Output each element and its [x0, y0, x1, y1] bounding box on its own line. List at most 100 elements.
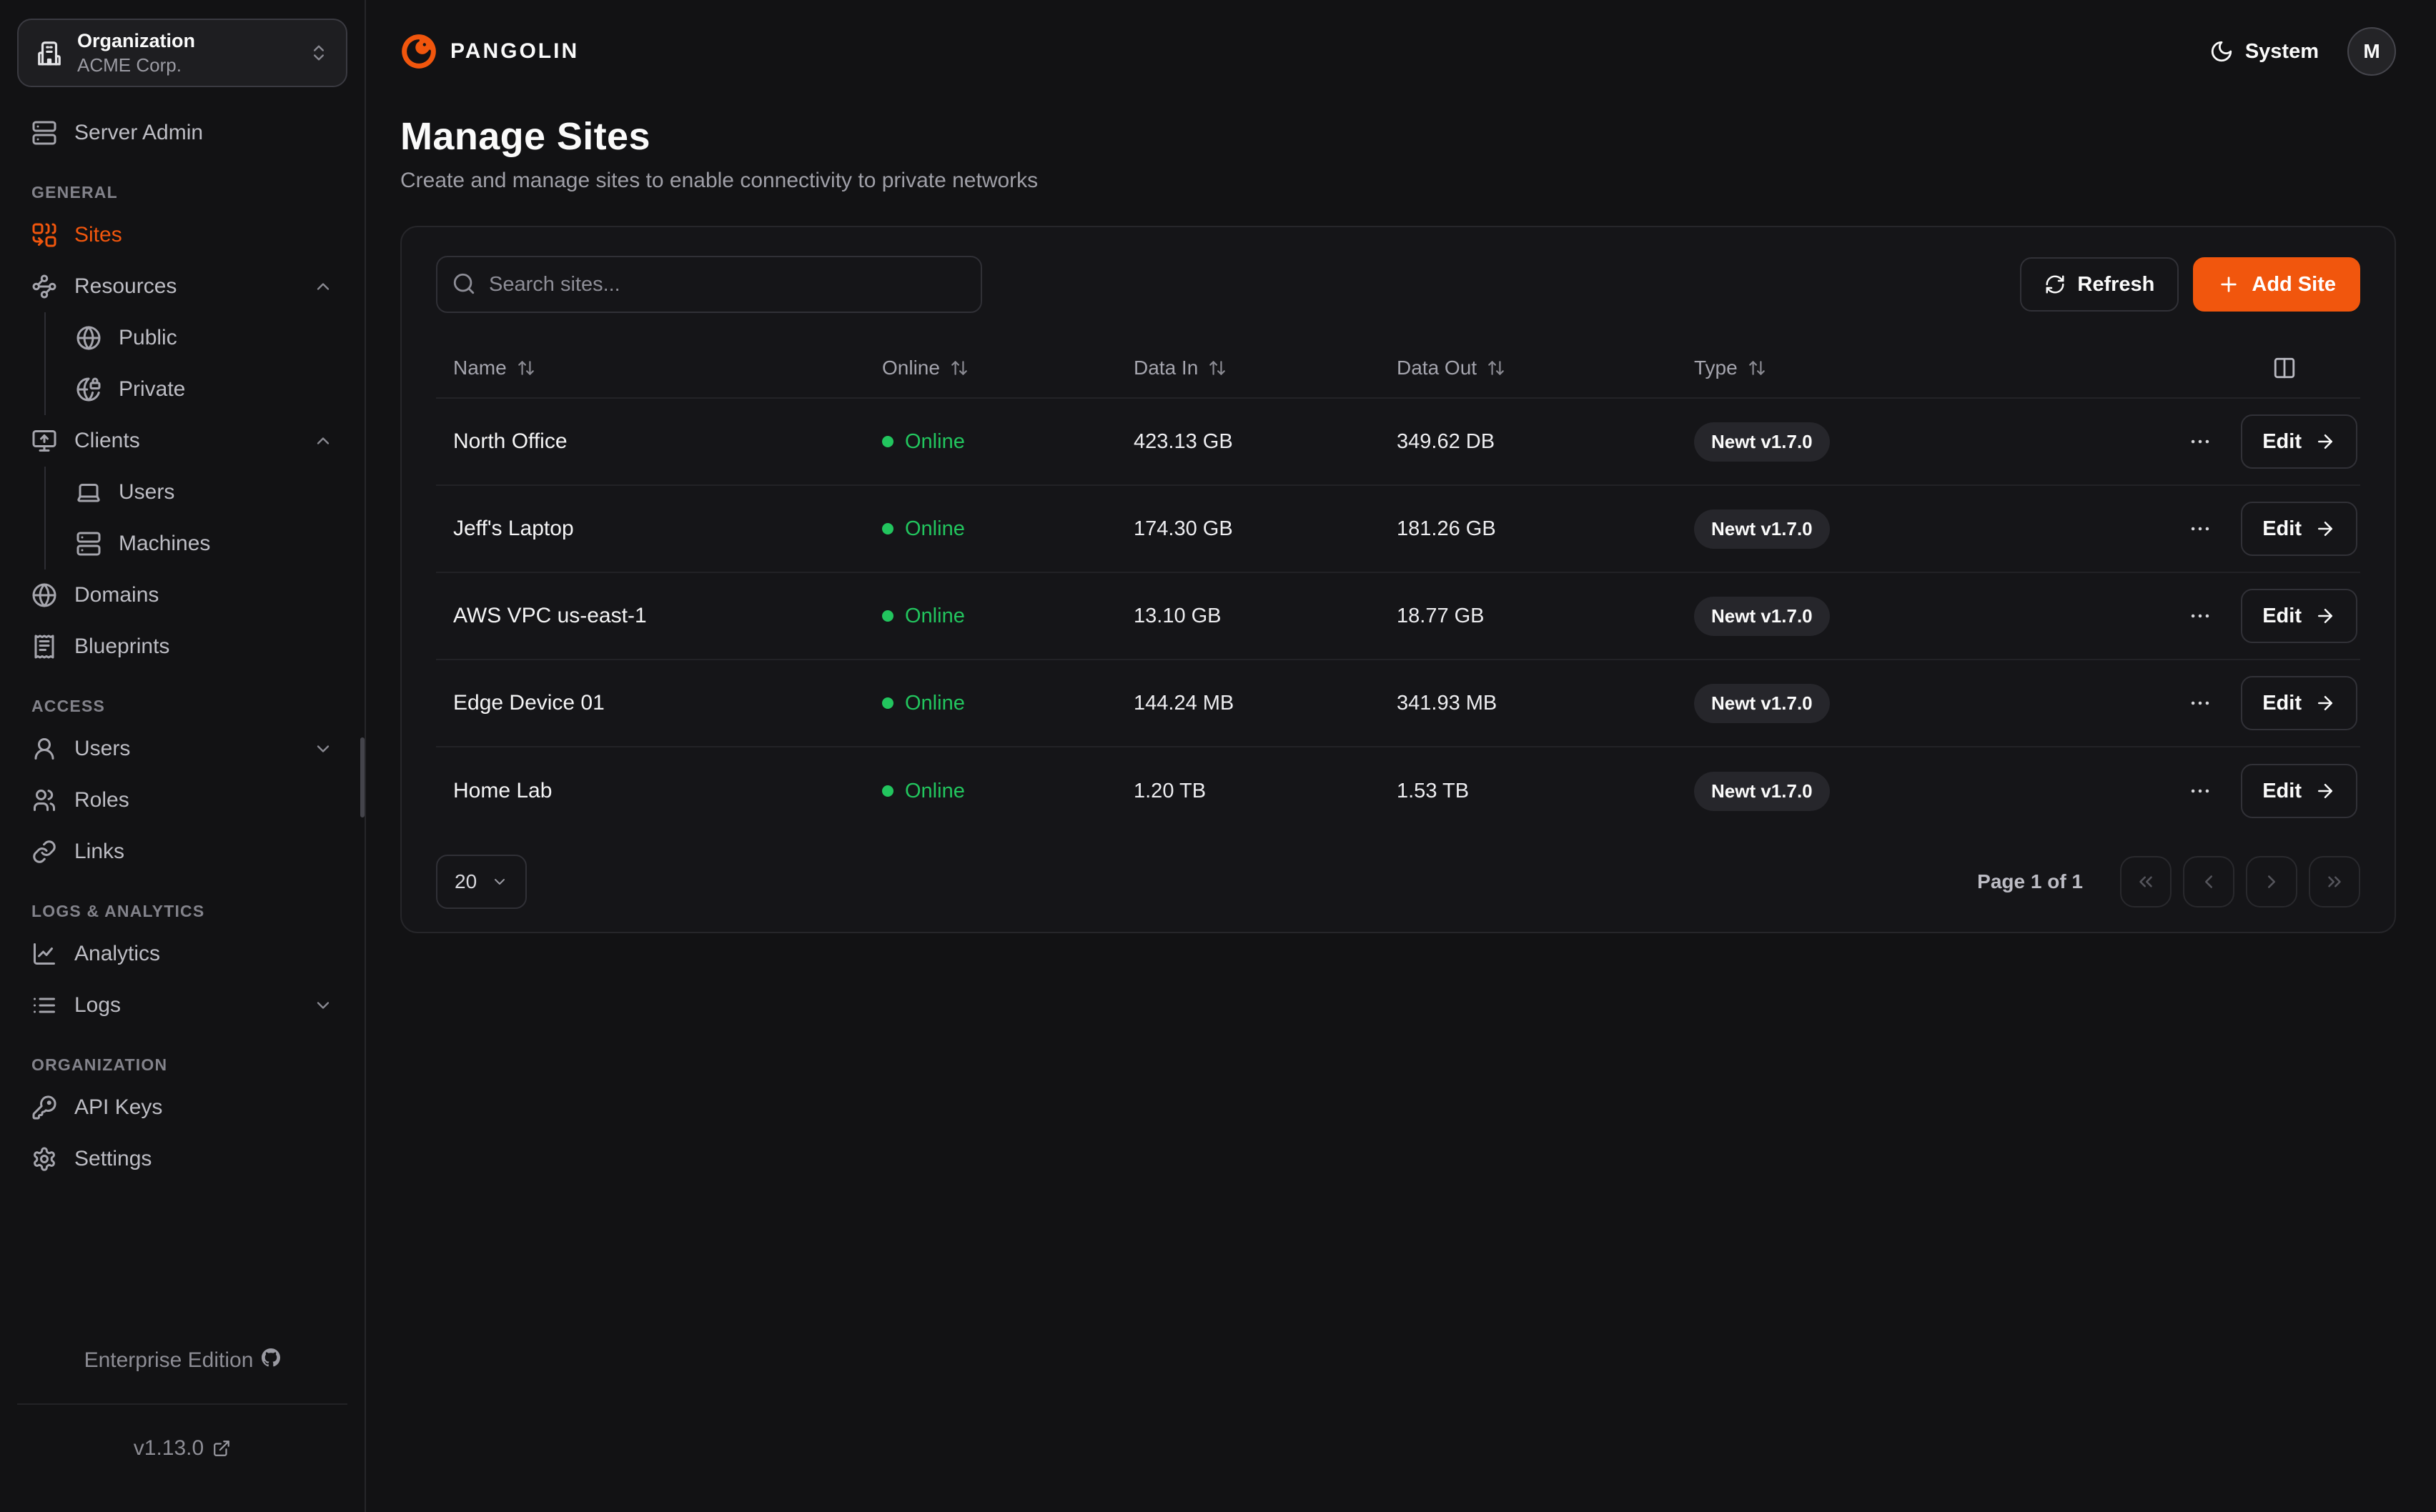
sidebar-item-api-keys[interactable]: API Keys: [17, 1082, 347, 1133]
data-in-value: 174.30 GB: [1134, 517, 1397, 541]
status-badge: Online: [882, 430, 1134, 454]
column-header-data-out[interactable]: Data Out: [1397, 357, 1694, 379]
refresh-icon: [2044, 274, 2066, 295]
first-page-button[interactable]: [2120, 856, 2172, 907]
column-header-name[interactable]: Name: [453, 357, 882, 379]
external-link-icon: [212, 1439, 231, 1458]
add-site-button[interactable]: Add Site: [2193, 257, 2360, 312]
sort-icon: [950, 359, 969, 377]
sidebar-item-resources[interactable]: Resources: [17, 261, 347, 312]
sidebar-scrollbar-thumb[interactable]: [360, 737, 365, 817]
chevron-down-icon: [313, 995, 333, 1015]
previous-page-button[interactable]: [2183, 856, 2234, 907]
user-icon: [31, 736, 57, 762]
avatar[interactable]: M: [2347, 27, 2396, 76]
row-actions-menu-button[interactable]: [2182, 685, 2218, 721]
page-subtitle: Create and manage sites to enable connec…: [400, 169, 2396, 193]
section-title-access: ACCESS: [31, 697, 333, 716]
search-input[interactable]: [436, 256, 982, 313]
site-name: AWS VPC us-east-1: [453, 604, 882, 628]
sidebar-item-links[interactable]: Links: [17, 826, 347, 877]
status-badge: Online: [882, 517, 1134, 541]
github-link[interactable]: [262, 1341, 280, 1380]
column-header-data-in[interactable]: Data In: [1134, 357, 1397, 379]
sidebar-item-label: Blueprints: [74, 635, 169, 659]
edit-button[interactable]: Edit: [2241, 589, 2357, 643]
sidebar-item-analytics[interactable]: Analytics: [17, 928, 347, 980]
data-out-value: 1.53 TB: [1397, 780, 1694, 803]
column-visibility-button[interactable]: [2266, 349, 2303, 387]
arrow-right-icon: [2314, 692, 2336, 714]
column-header-online[interactable]: Online: [882, 357, 1134, 379]
sidebar-item-server-admin[interactable]: Server Admin: [17, 107, 347, 159]
sidebar-item-clients[interactable]: Clients: [17, 415, 347, 467]
sidebar-item-roles[interactable]: Roles: [17, 775, 347, 826]
edit-button[interactable]: Edit: [2241, 414, 2357, 469]
combine-icon: [31, 222, 57, 248]
ellipsis-icon: [2188, 517, 2212, 541]
sidebar-item-label: Settings: [74, 1147, 152, 1171]
plus-icon: [2217, 273, 2240, 296]
sidebar-item-users[interactable]: Users: [17, 723, 347, 775]
version-link[interactable]: v1.13.0: [134, 1429, 204, 1468]
site-name: North Office: [453, 429, 882, 454]
ellipsis-icon: [2188, 604, 2212, 628]
list-icon: [31, 993, 57, 1018]
page-content: Manage Sites Create and manage sites to …: [366, 103, 2436, 933]
row-actions-menu-button[interactable]: [2182, 773, 2218, 809]
sites-card: Refresh Add Site Name: [400, 226, 2396, 933]
sidebar-item-label: Users: [119, 480, 174, 504]
type-badge: Newt v1.7.0: [1694, 509, 1830, 549]
sidebar-item-label: Server Admin: [74, 121, 203, 145]
users-icon: [31, 787, 57, 813]
refresh-button[interactable]: Refresh: [2020, 257, 2179, 312]
sidebar-item-domains[interactable]: Domains: [17, 570, 347, 621]
page-size-select[interactable]: 20: [436, 855, 527, 909]
topbar: PANGOLIN System M: [366, 0, 2436, 103]
brand[interactable]: PANGOLIN: [400, 33, 579, 70]
theme-toggle[interactable]: System: [2209, 39, 2319, 64]
sidebar-item-label: Public: [119, 326, 177, 350]
clients-subnav: Users Machines: [44, 467, 347, 570]
chart-line-icon: [31, 941, 57, 967]
server-icon: [76, 531, 102, 557]
sidebar-nav: Server Admin GENERAL Sites Resources Pub…: [17, 107, 347, 1185]
globe-lock-icon: [76, 377, 102, 402]
sort-icon: [1748, 359, 1766, 377]
type-badge: Newt v1.7.0: [1694, 684, 1830, 723]
sidebar-item-client-users[interactable]: Users: [46, 467, 347, 518]
sidebar-item-settings[interactable]: Settings: [17, 1133, 347, 1185]
organization-selector[interactable]: Organization ACME Corp.: [17, 19, 347, 87]
section-title-organization: ORGANIZATION: [31, 1055, 333, 1075]
last-page-button[interactable]: [2309, 856, 2360, 907]
edit-button[interactable]: Edit: [2241, 676, 2357, 730]
sidebar-item-blueprints[interactable]: Blueprints: [17, 621, 347, 672]
receipt-icon: [31, 634, 57, 660]
sidebar-item-private[interactable]: Private: [46, 364, 347, 415]
sidebar-item-logs[interactable]: Logs: [17, 980, 347, 1031]
ellipsis-icon: [2188, 779, 2212, 803]
row-actions-menu-button[interactable]: [2182, 511, 2218, 547]
sidebar: Organization ACME Corp. Server Admin GEN…: [0, 0, 366, 1512]
edit-button[interactable]: Edit: [2241, 764, 2357, 818]
sidebar-item-label: Users: [74, 737, 130, 761]
building-icon: [36, 39, 63, 66]
globe-icon: [31, 582, 57, 608]
sidebar-item-public[interactable]: Public: [46, 312, 347, 364]
chevrons-left-icon: [2135, 871, 2157, 892]
data-out-value: 181.26 GB: [1397, 517, 1694, 541]
row-actions-menu-button[interactable]: [2182, 424, 2218, 459]
moon-icon: [2209, 39, 2234, 64]
chevron-up-icon: [313, 431, 333, 451]
sidebar-item-label: Analytics: [74, 942, 160, 966]
search-icon: [452, 272, 476, 296]
online-dot-icon: [882, 610, 893, 622]
row-actions-menu-button[interactable]: [2182, 598, 2218, 634]
next-page-button[interactable]: [2246, 856, 2297, 907]
column-header-type[interactable]: Type: [1694, 357, 2060, 379]
resources-subnav: Public Private: [44, 312, 347, 415]
table-row: Home Lab Online 1.20 TB 1.53 TB Newt v1.…: [436, 747, 2360, 835]
edit-button[interactable]: Edit: [2241, 502, 2357, 556]
sidebar-item-machines[interactable]: Machines: [46, 518, 347, 570]
sidebar-item-sites[interactable]: Sites: [17, 209, 347, 261]
